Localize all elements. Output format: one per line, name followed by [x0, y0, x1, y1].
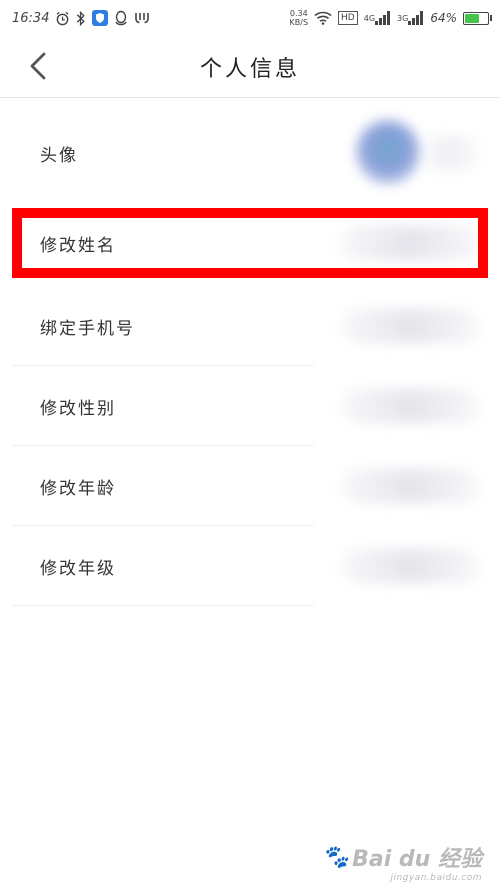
blurred-value [340, 389, 480, 423]
wifi-icon [314, 11, 332, 25]
watermark-text: Bai du 经验 [352, 847, 482, 872]
profile-list: 头像 [0, 98, 500, 208]
blurred-value [420, 136, 480, 170]
list-item-label: 头像 [40, 145, 78, 166]
battery-body [463, 11, 489, 25]
watermark-logo: 🐾 Bai du 经验 [322, 841, 482, 873]
list-item-edit-gender[interactable]: 修改性别 [0, 366, 500, 446]
battery-level [465, 13, 480, 23]
list-item-label: 绑定手机号 [40, 318, 135, 339]
signal-4g-icon: 4G [364, 11, 391, 25]
speed-value: 0.34 [289, 9, 308, 18]
back-button[interactable] [20, 48, 56, 84]
alarm-icon [55, 11, 70, 26]
bluetooth-icon [76, 10, 86, 26]
signal-4g-label: 4G [363, 13, 376, 23]
status-time: 16:34 [12, 10, 50, 26]
list-item-label: 修改年龄 [40, 478, 116, 499]
list-item-label: 修改性别 [40, 398, 116, 419]
status-right: 0.34 KB/S HD 4G 3G 64% [290, 9, 492, 27]
chevron-left-icon [30, 52, 46, 80]
status-bar: 16:34 0.34 KB/S HD 4G 3G 64% [0, 0, 500, 36]
network-speed: 0.34 KB/S [290, 9, 309, 27]
list-item-edit-age[interactable]: 修改年龄 [0, 446, 500, 526]
avatar [356, 120, 420, 184]
list-item-bind-phone[interactable]: 绑定手机号 [0, 286, 500, 366]
highlight-box [12, 208, 488, 278]
watermark-url: jingyan.baidu.com [390, 873, 482, 883]
app-header: 个人信息 [0, 36, 500, 98]
qq-icon [114, 10, 128, 26]
list-item-label: 修改年级 [40, 558, 116, 579]
signal-3g-label: 3G [397, 13, 409, 23]
app-notification-icon [134, 11, 150, 25]
signal-3g-icon: 3G [397, 11, 424, 25]
blurred-value [340, 549, 480, 583]
battery-tip [490, 15, 492, 21]
battery-icon [463, 11, 492, 25]
page-title: 个人信息 [199, 56, 300, 82]
list-item-avatar[interactable]: 头像 [0, 98, 500, 208]
blurred-value [340, 469, 480, 503]
divider [12, 605, 314, 606]
paw-icon: 🐾 [321, 844, 350, 870]
shield-icon [92, 10, 109, 26]
profile-list-rest: 绑定手机号 修改性别 修改年龄 修改年级 [0, 286, 500, 606]
blurred-value [340, 309, 480, 343]
status-left: 16:34 [12, 10, 150, 26]
list-item-edit-grade[interactable]: 修改年级 [0, 526, 500, 606]
speed-unit: KB/S [289, 18, 309, 27]
watermark: 🐾 Bai du 经验 jingyan.baidu.com [322, 841, 482, 884]
battery-percent: 64% [430, 11, 457, 25]
hd-badge: HD [338, 11, 358, 25]
